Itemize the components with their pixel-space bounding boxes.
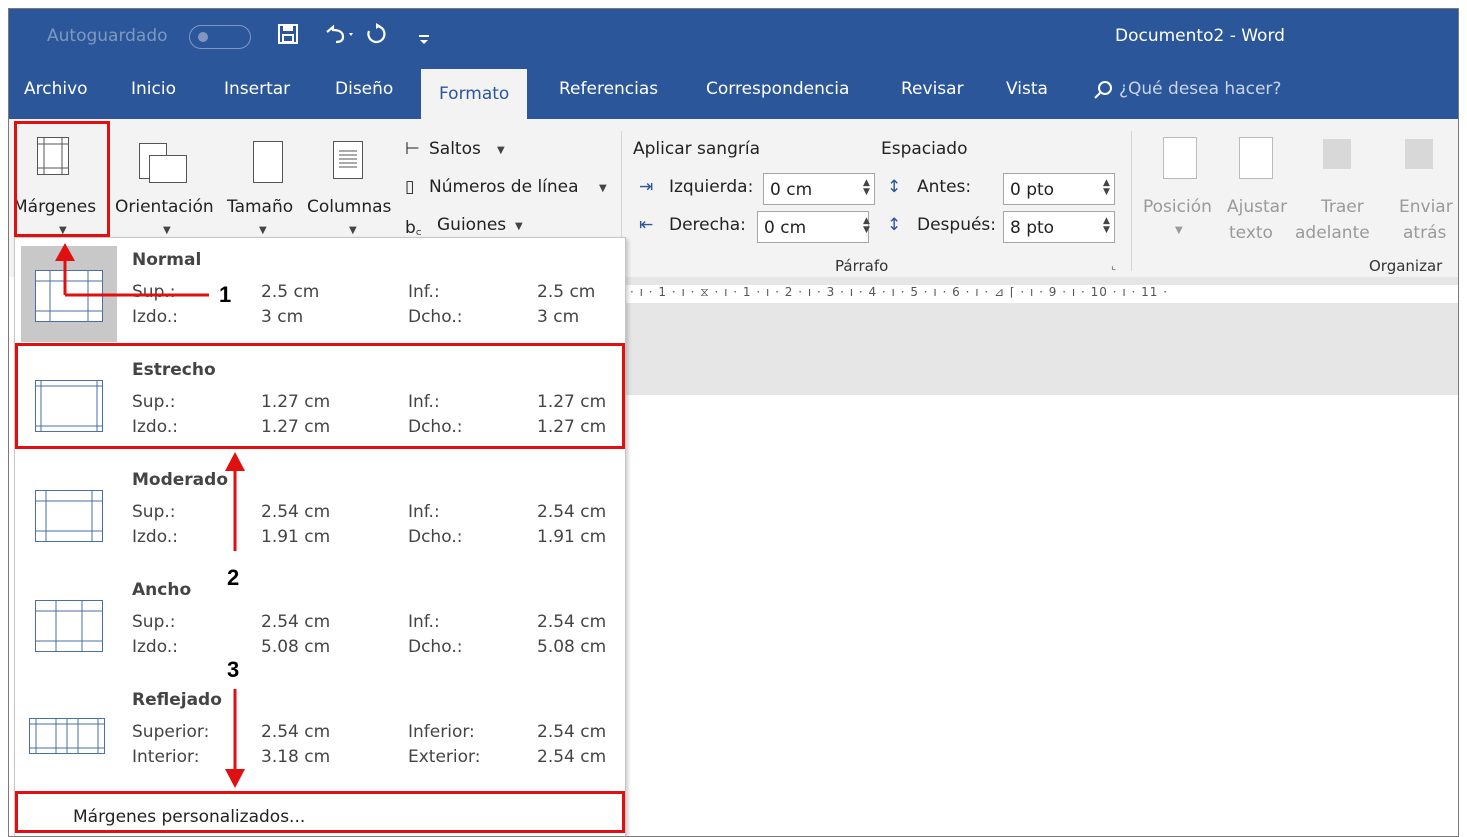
- word-window: Autoguardado Documento2 - Word Archivo I…: [8, 8, 1459, 837]
- annotation-arrows: [55, 243, 245, 788]
- callout-number-2: 2: [227, 565, 240, 590]
- callout-number-3: 3: [227, 657, 240, 682]
- callout-number-1: 1: [219, 282, 232, 307]
